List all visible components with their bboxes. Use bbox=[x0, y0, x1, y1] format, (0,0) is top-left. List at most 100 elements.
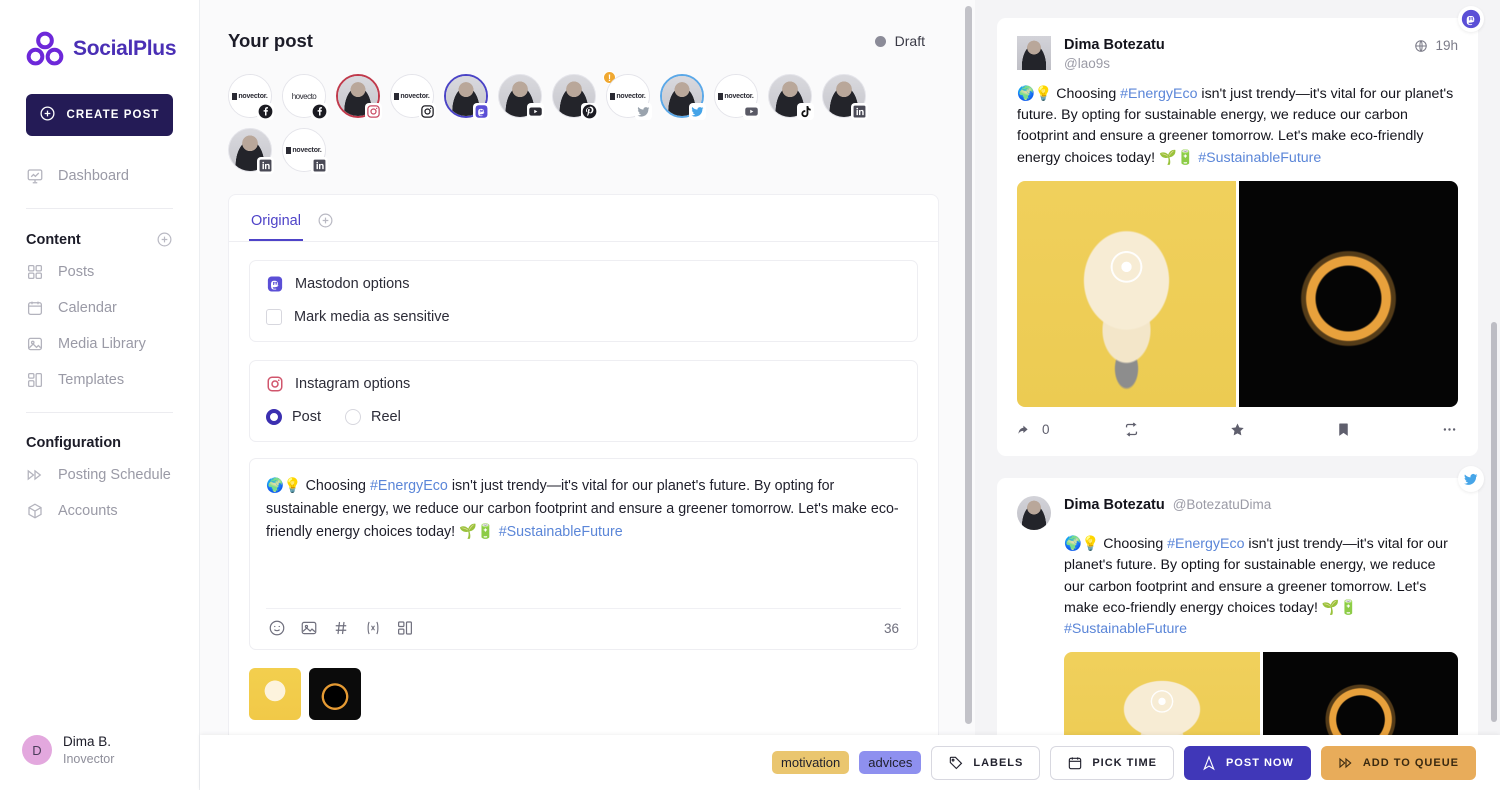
instagram-options-title: Instagram options bbox=[295, 376, 410, 392]
pick-time-button-label: PICK TIME bbox=[1092, 757, 1157, 769]
brand[interactable]: SocialPlus bbox=[0, 0, 199, 68]
preview-author-handle: @lao9s bbox=[1064, 55, 1165, 74]
radio-post-label: Post bbox=[292, 409, 321, 425]
pick-time-button[interactable]: PICK TIME bbox=[1050, 746, 1174, 780]
media-thumbnail-light-ring[interactable] bbox=[309, 668, 361, 720]
sidebar-item-label: Posts bbox=[58, 264, 94, 280]
sidebar-divider-2 bbox=[26, 412, 173, 413]
bookmark-icon bbox=[1335, 421, 1352, 438]
media-thumbnail-lightbulb[interactable] bbox=[249, 668, 301, 720]
account-chip-instagram-selected[interactable] bbox=[336, 74, 380, 118]
pinterest-icon bbox=[581, 103, 598, 120]
tab-original[interactable]: Original bbox=[249, 209, 303, 241]
create-post-button[interactable]: CREATE POST bbox=[26, 94, 173, 136]
templates-icon bbox=[26, 371, 44, 389]
add-to-queue-button[interactable]: ADD TO QUEUE bbox=[1321, 746, 1476, 780]
facebook-icon bbox=[311, 103, 328, 120]
sidebar-item-templates[interactable]: Templates bbox=[0, 362, 199, 398]
radio-post[interactable] bbox=[266, 409, 282, 425]
sidebar-item-accounts[interactable]: Accounts bbox=[0, 493, 199, 529]
preview-image-lightbulb[interactable] bbox=[1017, 181, 1236, 407]
accounts-icon bbox=[26, 502, 44, 520]
favourite-button[interactable] bbox=[1229, 421, 1335, 438]
app-root: SocialPlus CREATE POST Dashboard bbox=[0, 0, 1500, 790]
emoji-icon[interactable] bbox=[268, 619, 286, 637]
account-chip-linkedin[interactable] bbox=[228, 128, 272, 172]
sidebar-item-label: Dashboard bbox=[58, 168, 129, 184]
more-options-button[interactable] bbox=[1441, 421, 1458, 438]
user-org: Inovector bbox=[63, 751, 114, 768]
boost-button[interactable] bbox=[1123, 421, 1229, 438]
editor-scrollbar[interactable] bbox=[965, 6, 972, 724]
account-chip-twitter-warning[interactable]: ! novector. bbox=[606, 74, 650, 118]
composer-textarea[interactable]: 🌍💡 Choosing #EnergyEco isn't just trendy… bbox=[266, 475, 901, 608]
mark-sensitive-row[interactable]: Mark media as sensitive bbox=[266, 309, 901, 325]
preview-text-1: 🌍💡 Choosing bbox=[1064, 536, 1167, 552]
preview-author: Dima Botezatu @BotezatuDima bbox=[1017, 496, 1458, 530]
account-chip-facebook[interactable]: hovecto bbox=[282, 74, 326, 118]
variable-icon[interactable] bbox=[364, 619, 382, 637]
account-chip-youtube[interactable] bbox=[498, 74, 542, 118]
composer-toolbar: 36 bbox=[266, 608, 901, 649]
boost-icon bbox=[1123, 421, 1140, 438]
account-chip-youtube[interactable]: novector. bbox=[714, 74, 758, 118]
page-title: Your post bbox=[228, 30, 313, 52]
reply-button[interactable]: 0 bbox=[1017, 421, 1123, 438]
preview-author-name: Dima Botezatu bbox=[1064, 496, 1165, 515]
sidebar-section-title: Content bbox=[26, 232, 81, 248]
composer-hashtag-2[interactable]: #SustainableFuture bbox=[499, 524, 623, 540]
preview-hashtag-1[interactable]: #EnergyEco bbox=[1120, 86, 1197, 102]
mark-sensitive-checkbox[interactable] bbox=[266, 309, 282, 325]
create-post-label: CREATE POST bbox=[66, 109, 159, 121]
mastodon-icon bbox=[473, 103, 490, 120]
status-badge: Draft bbox=[875, 33, 925, 49]
preview-meta: 19h bbox=[1414, 38, 1458, 53]
account-chip-facebook[interactable]: novector. bbox=[228, 74, 272, 118]
post-editor-column: Your post Draft novector. hovecto bbox=[200, 0, 975, 790]
account-chip-twitter-selected[interactable] bbox=[660, 74, 704, 118]
sidebar-section-content: Content bbox=[0, 223, 199, 254]
avatar bbox=[1017, 496, 1051, 530]
post-now-button[interactable]: POST NOW bbox=[1184, 746, 1311, 780]
preview-image-light-ring[interactable] bbox=[1239, 181, 1458, 407]
character-count: 36 bbox=[884, 621, 899, 636]
instagram-icon bbox=[266, 375, 284, 393]
preview-scrollbar[interactable] bbox=[1491, 322, 1497, 722]
account-chip-linkedin[interactable] bbox=[822, 74, 866, 118]
label-chip-advices[interactable]: advices bbox=[859, 751, 921, 774]
preview-author-name: Dima Botezatu bbox=[1064, 36, 1165, 55]
linkedin-icon bbox=[311, 157, 328, 174]
sidebar-item-media-library[interactable]: Media Library bbox=[0, 326, 199, 362]
composer-hashtag-1[interactable]: #EnergyEco bbox=[370, 478, 448, 494]
mastodon-icon bbox=[266, 275, 284, 293]
template-icon[interactable] bbox=[396, 619, 414, 637]
tag-icon bbox=[948, 755, 964, 771]
avatar bbox=[1017, 36, 1051, 70]
image-icon[interactable] bbox=[300, 619, 318, 637]
preview-hashtag-1[interactable]: #EnergyEco bbox=[1167, 536, 1244, 552]
tiktok-icon bbox=[797, 103, 814, 120]
account-chip-linkedin[interactable]: novector. bbox=[282, 128, 326, 172]
preview-hashtag-2[interactable]: #SustainableFuture bbox=[1064, 621, 1187, 637]
sidebar-item-label: Media Library bbox=[58, 336, 146, 352]
mastodon-options-header: Mastodon options bbox=[266, 275, 901, 293]
user-name: Dima B. bbox=[63, 733, 114, 751]
radio-reel[interactable] bbox=[345, 409, 361, 425]
preview-hashtag-2[interactable]: #SustainableFuture bbox=[1198, 150, 1321, 166]
add-variant-icon[interactable] bbox=[317, 212, 334, 229]
sidebar-user[interactable]: D Dima B. Inovector bbox=[0, 719, 200, 790]
plus-circle-icon[interactable] bbox=[156, 231, 173, 248]
hashtag-icon[interactable] bbox=[332, 619, 350, 637]
account-chip-tiktok[interactable] bbox=[768, 74, 812, 118]
account-chip-mastodon-selected[interactable] bbox=[444, 74, 488, 118]
labels-button[interactable]: LABELS bbox=[931, 746, 1040, 780]
sidebar-item-posts[interactable]: Posts bbox=[0, 254, 199, 290]
account-chip-instagram[interactable]: novector. bbox=[390, 74, 434, 118]
sidebar-item-calendar[interactable]: Calendar bbox=[0, 290, 199, 326]
sidebar-item-posting-schedule[interactable]: Posting Schedule bbox=[0, 457, 199, 493]
label-chip-motivation[interactable]: motivation bbox=[772, 751, 849, 774]
sidebar-item-dashboard[interactable]: Dashboard bbox=[0, 158, 199, 194]
account-chip-pinterest[interactable] bbox=[552, 74, 596, 118]
post-header: Your post Draft bbox=[200, 0, 975, 52]
bookmark-button[interactable] bbox=[1335, 421, 1441, 438]
